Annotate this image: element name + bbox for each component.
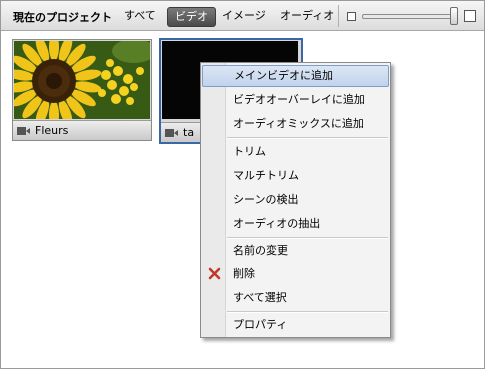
menu-item-properties[interactable]: プロパティ xyxy=(202,314,389,336)
menu-item-add-to-audio-mix[interactable]: オーディオミックスに追加 xyxy=(202,113,389,135)
menu-item-add-to-video-overlay[interactable]: ビデオオーバーレイに追加 xyxy=(202,89,389,111)
panel-title: 現在のプロジェクト xyxy=(13,11,112,24)
menu-item-rename[interactable]: 名前の変更 xyxy=(202,240,389,262)
media-item-name: ta xyxy=(183,126,195,139)
menu-separator xyxy=(227,137,388,139)
filter-tab-audio[interactable]: オーディオ xyxy=(273,7,341,25)
media-item-name: Fleurs xyxy=(35,124,69,137)
menu-separator xyxy=(227,237,388,239)
menu-item-delete-label: 削除 xyxy=(233,267,255,280)
video-thumbnail-flowers xyxy=(14,41,150,119)
media-item[interactable]: Fleurs xyxy=(12,39,152,141)
delete-x-icon xyxy=(208,267,221,280)
thumbnail-size-slider[interactable] xyxy=(362,14,456,19)
context-menu: メインビデオに追加 ビデオオーバーレイに追加 オーディオミックスに追加 トリム … xyxy=(200,62,391,338)
large-thumbnail-icon[interactable] xyxy=(464,10,476,22)
media-library-toolbar: 現在のプロジェクト すべて ビデオ イメージ オーディオ xyxy=(1,1,484,31)
filter-tab-video[interactable]: ビデオ xyxy=(167,7,216,27)
filter-tab-image[interactable]: イメージ xyxy=(215,7,273,25)
menu-item-scene-detection[interactable]: シーンの検出 xyxy=(202,189,389,211)
menu-item-multi-trim[interactable]: マルチトリム xyxy=(202,165,389,187)
menu-item-add-to-main-video[interactable]: メインビデオに追加 xyxy=(202,65,389,87)
small-thumbnail-icon[interactable] xyxy=(347,12,356,21)
menu-item-trim[interactable]: トリム xyxy=(202,141,389,163)
video-camera-icon xyxy=(17,127,30,135)
video-camera-icon xyxy=(165,129,178,137)
menu-separator xyxy=(227,311,388,313)
media-item-caption: Fleurs xyxy=(13,120,151,140)
media-library-window: 現在のプロジェクト すべて ビデオ イメージ オーディオ Fleurs ta メ… xyxy=(0,0,485,369)
slider-handle[interactable] xyxy=(450,7,458,25)
menu-item-select-all[interactable]: すべて選択 xyxy=(202,287,389,309)
toolbar-divider xyxy=(338,5,339,27)
filter-tab-all[interactable]: すべて xyxy=(117,7,163,25)
menu-item-extract-audio[interactable]: オーディオの抽出 xyxy=(202,213,389,235)
menu-item-delete[interactable]: 削除 xyxy=(202,263,389,285)
